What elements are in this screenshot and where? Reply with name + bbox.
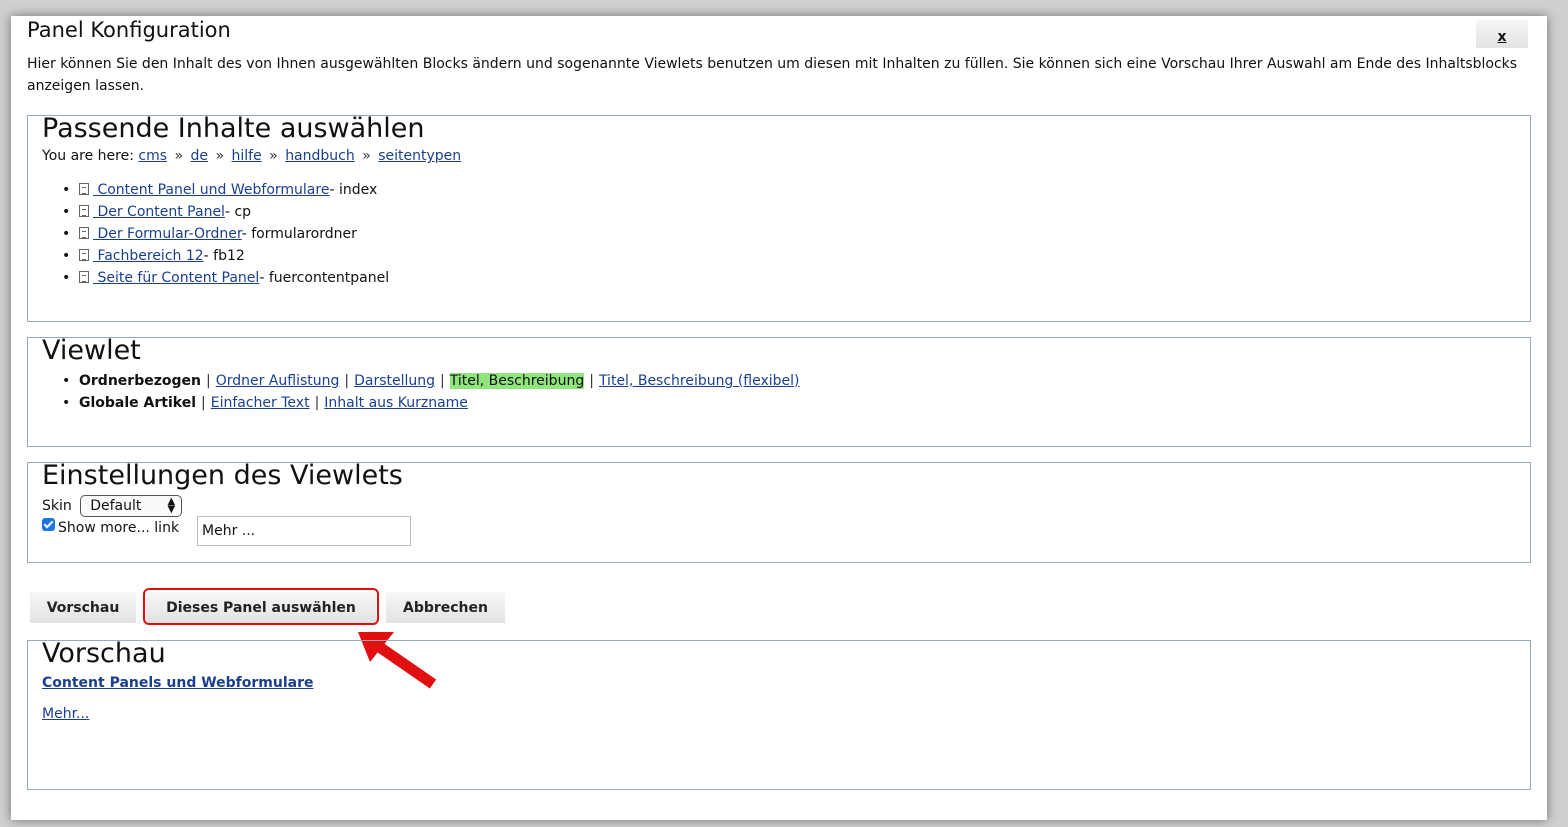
list-item: Der Formular-Ordner- formularordner — [62, 223, 389, 245]
breadcrumb-link-hilfe[interactable]: hilfe — [232, 148, 262, 164]
viewlet-option-darstellung[interactable]: Darstellung — [354, 373, 435, 389]
settings-section-title: Einstellungen des Viewlets — [42, 460, 403, 491]
viewlet-option-ordner-auflistung[interactable]: Ordner Auflistung — [216, 373, 340, 389]
page-shortname: - fuercontentpanel — [259, 270, 390, 286]
list-item: Ordnerbezogen|Ordner Auflistung|Darstell… — [62, 370, 800, 392]
show-more-checkbox[interactable] — [42, 518, 55, 531]
list-item: Fachbereich 12- fb12 — [62, 245, 389, 267]
breadcrumb-prefix: You are here: — [42, 148, 134, 164]
breadcrumb: You are here: cms » de » hilfe » handbuc… — [42, 148, 461, 164]
viewlet-group-label: Ordnerbezogen — [79, 373, 201, 389]
separator: | — [314, 395, 320, 411]
viewlet-section-title: Viewlet — [42, 335, 141, 366]
breadcrumb-link-seitentypen[interactable]: seitentypen — [378, 148, 461, 164]
page-shortname: - index — [329, 182, 378, 198]
preview-section: Vorschau Content Panels und Webformulare… — [27, 638, 1531, 790]
separator: | — [205, 373, 211, 389]
preview-more-link[interactable]: Mehr... — [42, 706, 89, 722]
viewlet-option-inhalt-aus-kurzname[interactable]: Inhalt aus Kurzname — [324, 395, 468, 411]
page-link-label: Content Panel und Webformulare — [93, 182, 330, 198]
breadcrumb-link-de[interactable]: de — [191, 148, 209, 164]
separator: | — [440, 373, 445, 389]
viewlet-option-titel-beschreibung-flexibel[interactable]: Titel, Beschreibung (flexibel) — [599, 373, 800, 389]
content-section-title: Passende Inhalte auswählen — [42, 113, 425, 144]
dialog-title: Panel Konfiguration — [27, 18, 231, 42]
preview-button[interactable]: Vorschau — [30, 592, 136, 623]
separator: | — [344, 373, 350, 389]
page-shortname: - fb12 — [203, 248, 245, 264]
skin-row: Skin Default ▲ ▼ — [42, 495, 183, 517]
page-list: Content Panel und Webformulare- index De… — [62, 179, 389, 289]
document-icon — [79, 227, 89, 239]
dialog-intro: Hier können Sie den Inhalt des von Ihnen… — [27, 56, 1518, 94]
page-link-label: Seite für Content Panel — [93, 270, 260, 286]
viewlet-option-einfacher-text[interactable]: Einfacher Text — [211, 395, 310, 411]
show-more-row: Show more... link — [42, 518, 179, 536]
preview-section-title: Vorschau — [42, 638, 166, 669]
breadcrumb-separator: » — [362, 148, 371, 164]
page-link[interactable]: Der Formular-Ordner — [79, 226, 242, 242]
breadcrumb-separator: » — [269, 148, 278, 164]
skin-select[interactable]: Default ▲ ▼ — [80, 495, 183, 517]
document-icon — [79, 249, 89, 261]
page-shortname: - formularordner — [241, 226, 357, 242]
content-section: Passende Inhalte auswählen You are here:… — [27, 113, 1531, 322]
viewlet-list: Ordnerbezogen|Ordner Auflistung|Darstell… — [62, 370, 800, 414]
list-item: Der Content Panel- cp — [62, 201, 389, 223]
updown-arrows-icon: ▲ ▼ — [167, 496, 176, 515]
page-link[interactable]: Fachbereich 12 — [79, 248, 204, 264]
cancel-button[interactable]: Abbrechen — [386, 592, 505, 623]
skin-select-value: Default — [90, 498, 142, 514]
show-more-label: Show more... link — [58, 520, 180, 536]
list-item: Content Panel und Webformulare- index — [62, 179, 389, 201]
page-link-label: Der Formular-Ordner — [93, 226, 242, 242]
viewlet-section: Viewlet Ordnerbezogen|Ordner Auflistung|… — [27, 335, 1531, 447]
document-icon — [79, 183, 89, 195]
list-item: Globale Artikel|Einfacher Text|Inhalt au… — [62, 392, 800, 414]
separator: | — [201, 395, 206, 411]
page-link[interactable]: Seite für Content Panel — [79, 270, 259, 286]
breadcrumb-separator: » — [215, 148, 225, 164]
list-item: Seite für Content Panel- fuercontentpane… — [62, 267, 389, 289]
breadcrumb-separator: » — [174, 148, 184, 164]
panel-config-dialog: Panel Konfiguration x Hier können Sie de… — [11, 16, 1547, 820]
settings-section: Einstellungen des Viewlets Skin Default ▲… — [27, 460, 1531, 563]
annotation-highlight — [143, 588, 379, 625]
separator: | — [589, 373, 594, 389]
breadcrumb-link-cms[interactable]: cms — [138, 148, 167, 164]
viewlet-group-label: Globale Artikel — [79, 395, 197, 411]
page-link[interactable]: Content Panel und Webformulare — [79, 182, 329, 198]
page-shortname: - cp — [224, 204, 252, 220]
more-text-input[interactable]: Mehr ... — [197, 516, 411, 546]
breadcrumb-link-handbuch[interactable]: handbuch — [285, 148, 355, 164]
preview-heading-link[interactable]: Content Panels und Webformulare — [42, 675, 313, 691]
close-button[interactable]: x — [1476, 20, 1528, 48]
skin-label: Skin — [42, 498, 72, 514]
page-link-label: Der Content Panel — [93, 204, 225, 220]
viewlet-option-selected[interactable]: Titel, Beschreibung — [449, 373, 585, 389]
document-icon — [79, 205, 89, 217]
document-icon — [79, 271, 89, 283]
page-link-label: Fachbereich 12 — [93, 248, 204, 264]
page-link[interactable]: Der Content Panel — [79, 204, 225, 220]
